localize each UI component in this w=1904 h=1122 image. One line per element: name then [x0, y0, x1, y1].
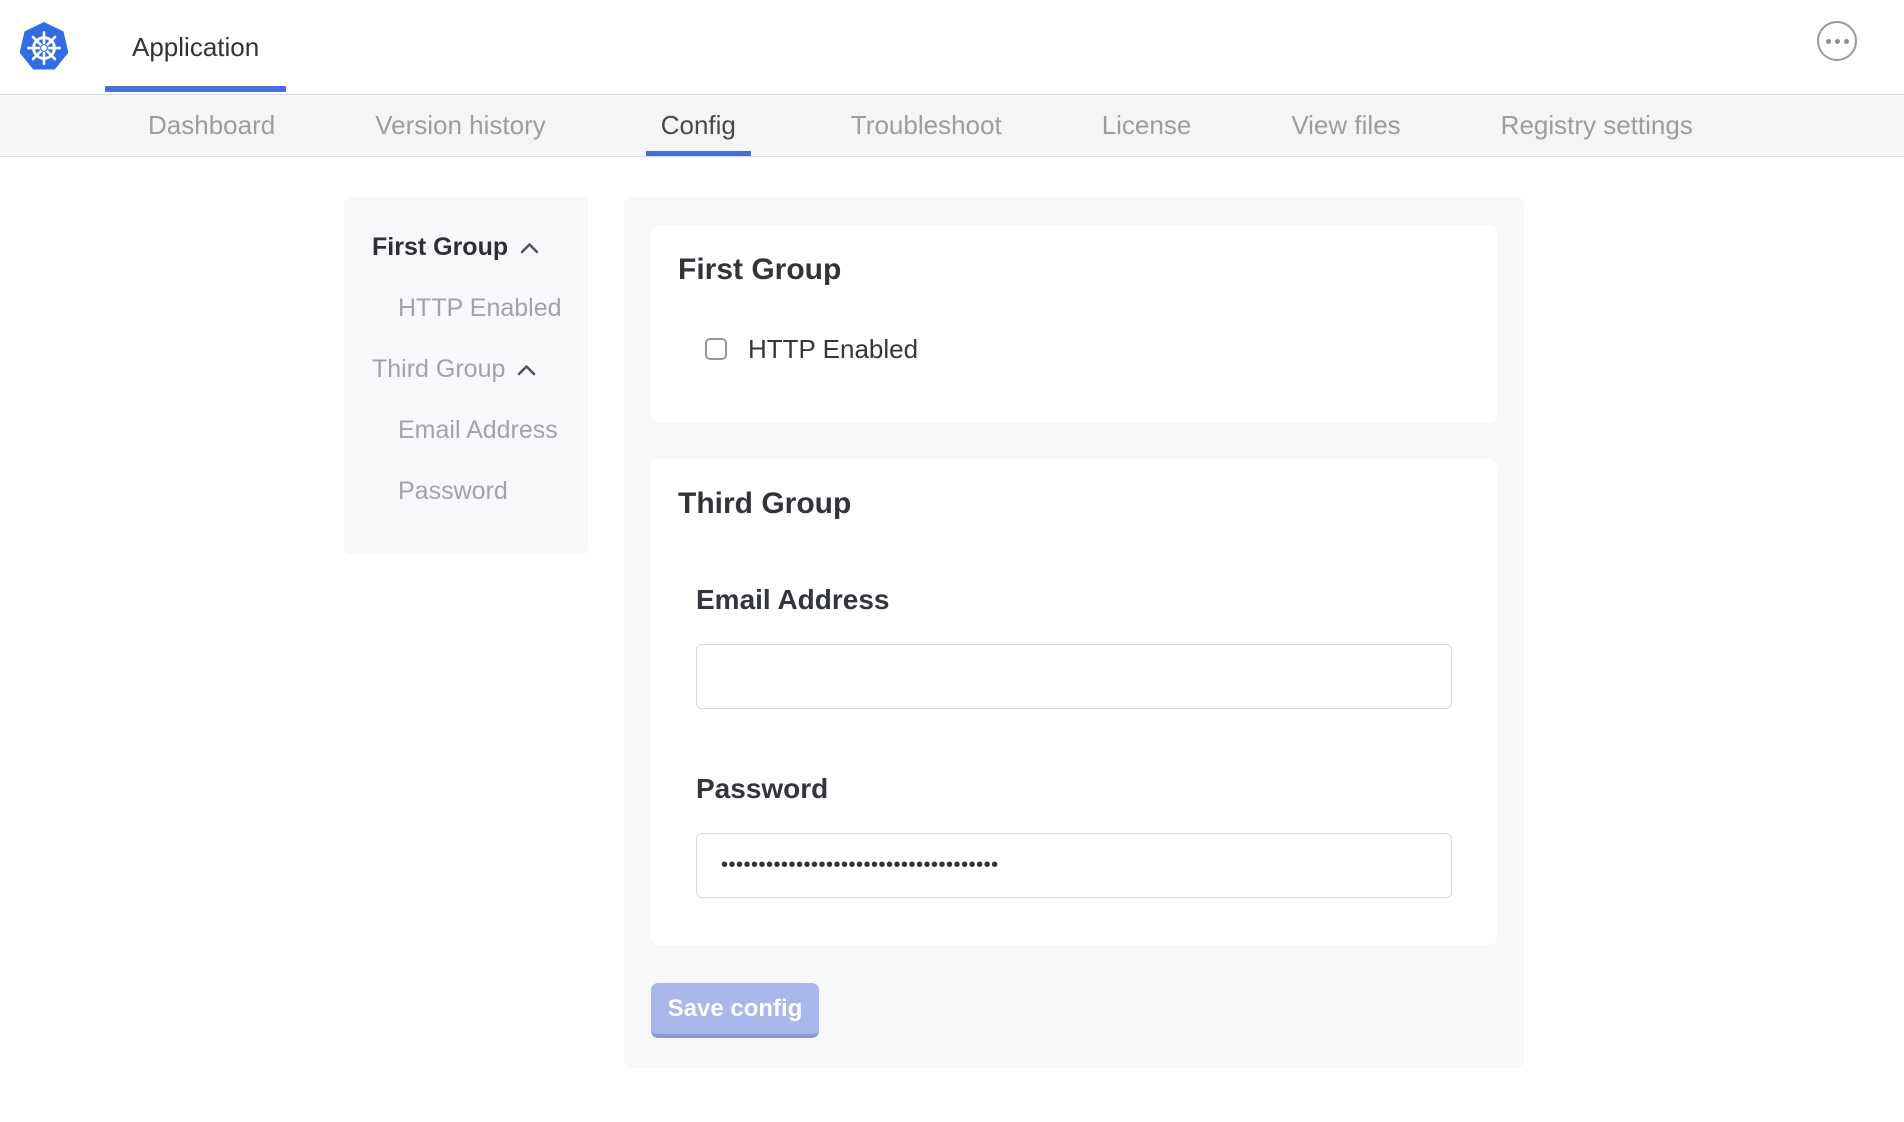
config-group-card-third: Third Group Email Address Password — [651, 459, 1497, 945]
tab-registry-settings[interactable]: Registry settings — [1501, 95, 1693, 156]
config-page: First Group HTTP Enabled Third Group Ema… — [0, 197, 1904, 1068]
sidebar-item-http-enabled[interactable]: HTTP Enabled — [398, 296, 578, 321]
sidebar-item-email-address[interactable]: Email Address — [398, 418, 578, 443]
sidebar-group-first-group[interactable]: First Group — [372, 235, 578, 260]
sidebar-group-label: First Group — [372, 235, 508, 260]
http-enabled-label[interactable]: HTTP Enabled — [748, 334, 918, 365]
chevron-up-icon — [520, 242, 539, 254]
tab-license[interactable]: License — [1102, 95, 1192, 156]
sidebar-group-third-group[interactable]: Third Group — [372, 357, 578, 382]
group-title-third: Third Group — [678, 486, 1470, 522]
app-header: Application — [0, 0, 1904, 95]
tab-dashboard[interactable]: Dashboard — [148, 95, 275, 156]
tab-config[interactable]: Config — [646, 95, 751, 156]
group-title-first: First Group — [678, 252, 1470, 288]
http-enabled-field: HTTP Enabled — [705, 334, 1470, 364]
tab-view-files[interactable]: View files — [1291, 95, 1400, 156]
email-address-label: Email Address — [696, 584, 1470, 616]
ellipsis-icon — [1826, 39, 1831, 44]
tab-version-history[interactable]: Version history — [375, 95, 546, 156]
http-enabled-checkbox[interactable] — [705, 338, 727, 360]
page-tabs: Dashboard Version history Config Trouble… — [0, 95, 1904, 157]
chevron-up-icon — [517, 364, 536, 376]
save-config-button[interactable]: Save config — [651, 983, 819, 1038]
kubernetes-logo — [18, 21, 70, 73]
email-address-input[interactable] — [696, 644, 1452, 709]
tab-troubleshoot[interactable]: Troubleshoot — [851, 95, 1002, 156]
ellipsis-menu-button[interactable] — [1817, 21, 1857, 61]
password-label: Password — [696, 773, 1470, 805]
password-input[interactable] — [696, 833, 1452, 898]
app-tab-application[interactable]: Application — [105, 0, 286, 94]
config-group-card-first: First Group HTTP Enabled — [651, 225, 1497, 423]
config-sidebar: First Group HTTP Enabled Third Group Ema… — [344, 197, 588, 554]
config-form-panel: First Group HTTP Enabled Third Group Ema… — [624, 197, 1524, 1068]
sidebar-item-password[interactable]: Password — [398, 479, 578, 504]
